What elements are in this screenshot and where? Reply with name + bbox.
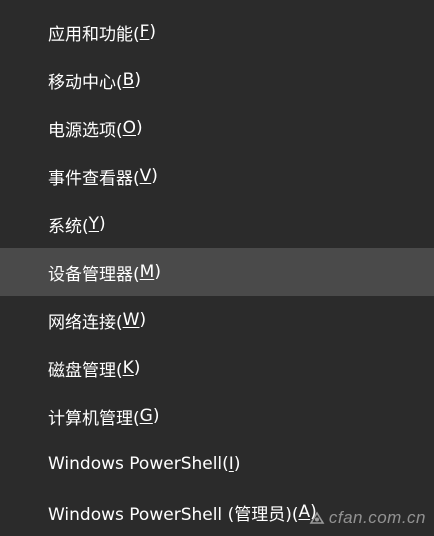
menu-item-label-tail: ) bbox=[154, 262, 161, 282]
menu-item-accelerator-key: F bbox=[139, 22, 150, 42]
menu-item-event-viewer[interactable]: 事件查看器(V) bbox=[0, 152, 434, 200]
menu-item-accelerator-key: B bbox=[122, 70, 135, 90]
menu-item-label: 电源选项( bbox=[48, 120, 123, 141]
winx-context-menu: 应用和功能(F) 移动中心(B) 电源选项(O) 事件查看器(V) 系统(Y) … bbox=[0, 8, 434, 536]
menu-item-network-connections[interactable]: 网络连接(W) bbox=[0, 296, 434, 344]
menu-item-label-tail: ) bbox=[139, 310, 147, 330]
menu-item-accelerator-key: M bbox=[139, 262, 155, 282]
menu-item-label-tail: ) bbox=[152, 406, 160, 426]
menu-item-label-tail: ) bbox=[99, 214, 106, 234]
menu-item-accelerator-key: O bbox=[122, 118, 137, 138]
menu-item-label: 设备管理器( bbox=[48, 264, 140, 285]
menu-item-device-manager[interactable]: 设备管理器(M) bbox=[0, 248, 434, 296]
menu-item-label-tail: ) bbox=[233, 454, 241, 474]
cfan-logo-icon bbox=[309, 511, 325, 524]
menu-item-disk-management[interactable]: 磁盘管理(K) bbox=[0, 344, 434, 392]
menu-item-power-options[interactable]: 电源选项(O) bbox=[0, 104, 434, 152]
menu-item-label-tail: ) bbox=[149, 22, 157, 42]
menu-item-label-tail: ) bbox=[134, 70, 141, 90]
menu-item-computer-management[interactable]: 计算机管理(G) bbox=[0, 392, 434, 440]
menu-item-windows-powershell[interactable]: Windows PowerShell(I) bbox=[0, 440, 434, 488]
menu-item-label-tail: ) bbox=[151, 166, 158, 186]
menu-item-label-tail: ) bbox=[133, 358, 141, 378]
menu-item-accelerator-key: K bbox=[122, 358, 134, 378]
menu-item-label: Windows PowerShell (管理员)( bbox=[48, 504, 299, 525]
watermark-text: cfan.com.cn bbox=[328, 508, 426, 527]
menu-item-label: 移动中心( bbox=[48, 72, 123, 93]
menu-item-label: 计算机管理( bbox=[48, 408, 140, 429]
menu-item-label: Windows PowerShell( bbox=[48, 454, 229, 474]
menu-item-label-tail: ) bbox=[136, 118, 143, 138]
menu-item-apps-and-features[interactable]: 应用和功能(F) bbox=[0, 8, 434, 56]
menu-item-accelerator-key: V bbox=[139, 166, 152, 186]
menu-item-system[interactable]: 系统(Y) bbox=[0, 200, 434, 248]
watermark: cfan.com.cn bbox=[309, 508, 426, 528]
menu-item-accelerator-key: W bbox=[122, 310, 140, 330]
menu-item-label: 系统( bbox=[48, 216, 89, 237]
menu-item-label: 磁盘管理( bbox=[48, 360, 123, 381]
menu-item-accelerator-key: Y bbox=[88, 214, 100, 234]
menu-item-label: 应用和功能( bbox=[48, 24, 140, 45]
menu-item-label: 网络连接( bbox=[48, 312, 123, 333]
menu-item-label: 事件查看器( bbox=[48, 168, 140, 189]
menu-item-mobility-center[interactable]: 移动中心(B) bbox=[0, 56, 434, 104]
menu-item-accelerator-key: G bbox=[139, 406, 153, 426]
